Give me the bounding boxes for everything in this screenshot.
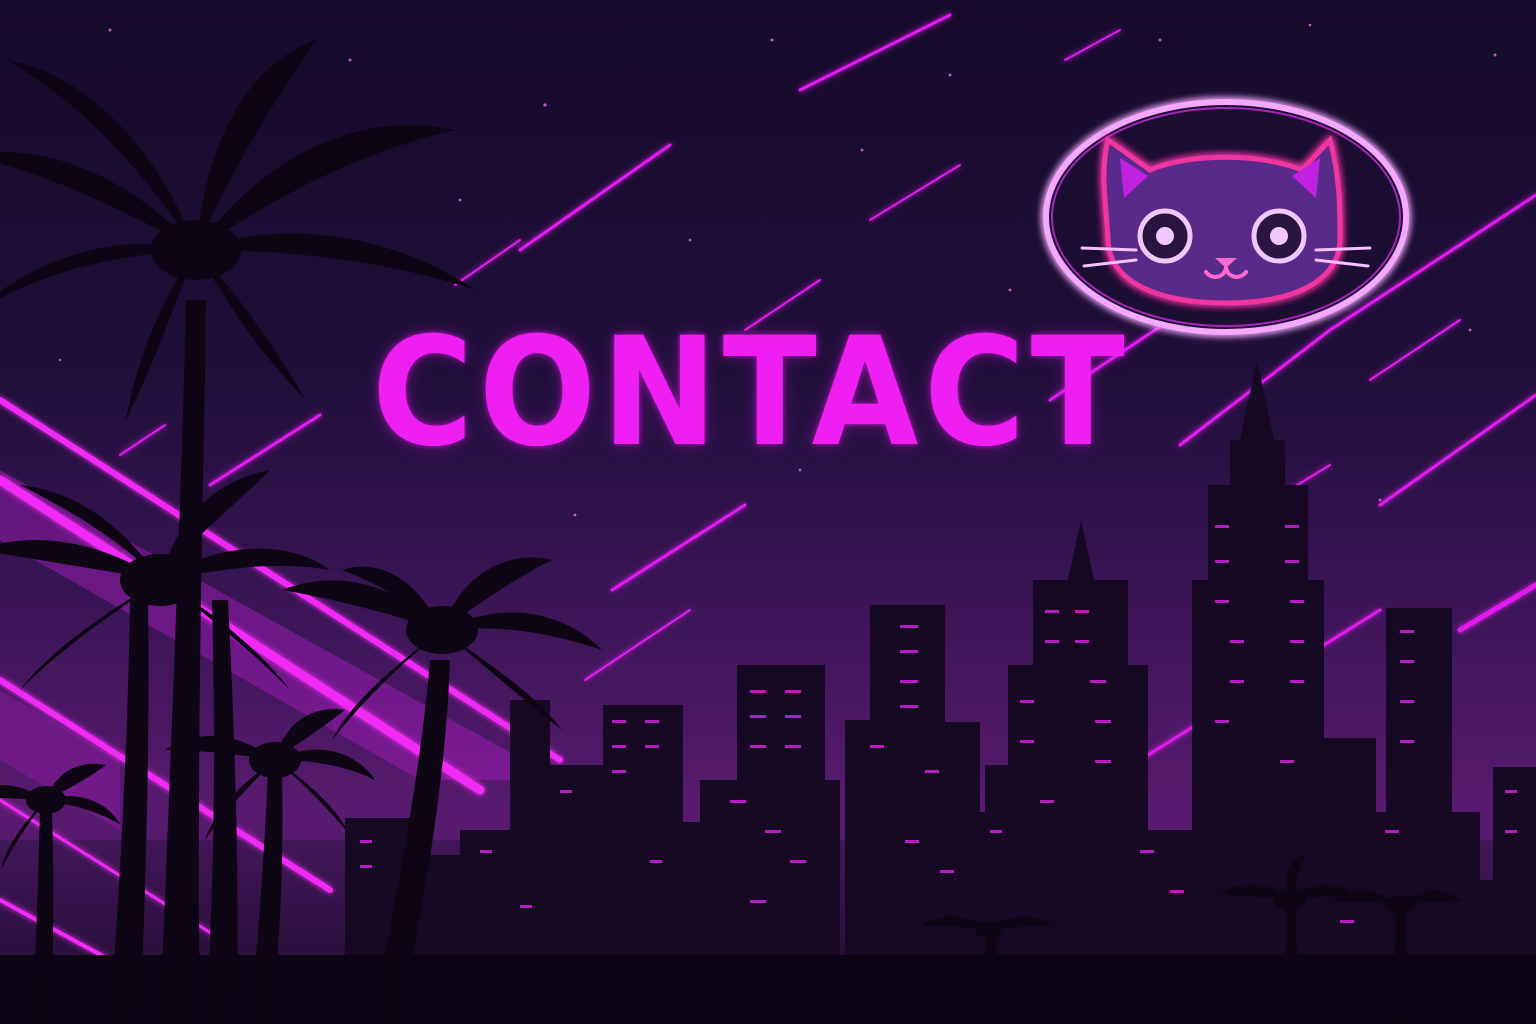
contact-hero: CONTACT — [0, 0, 1536, 1024]
neon-cat-face-icon — [1040, 98, 1412, 336]
page-title: CONTACT — [372, 306, 1131, 480]
